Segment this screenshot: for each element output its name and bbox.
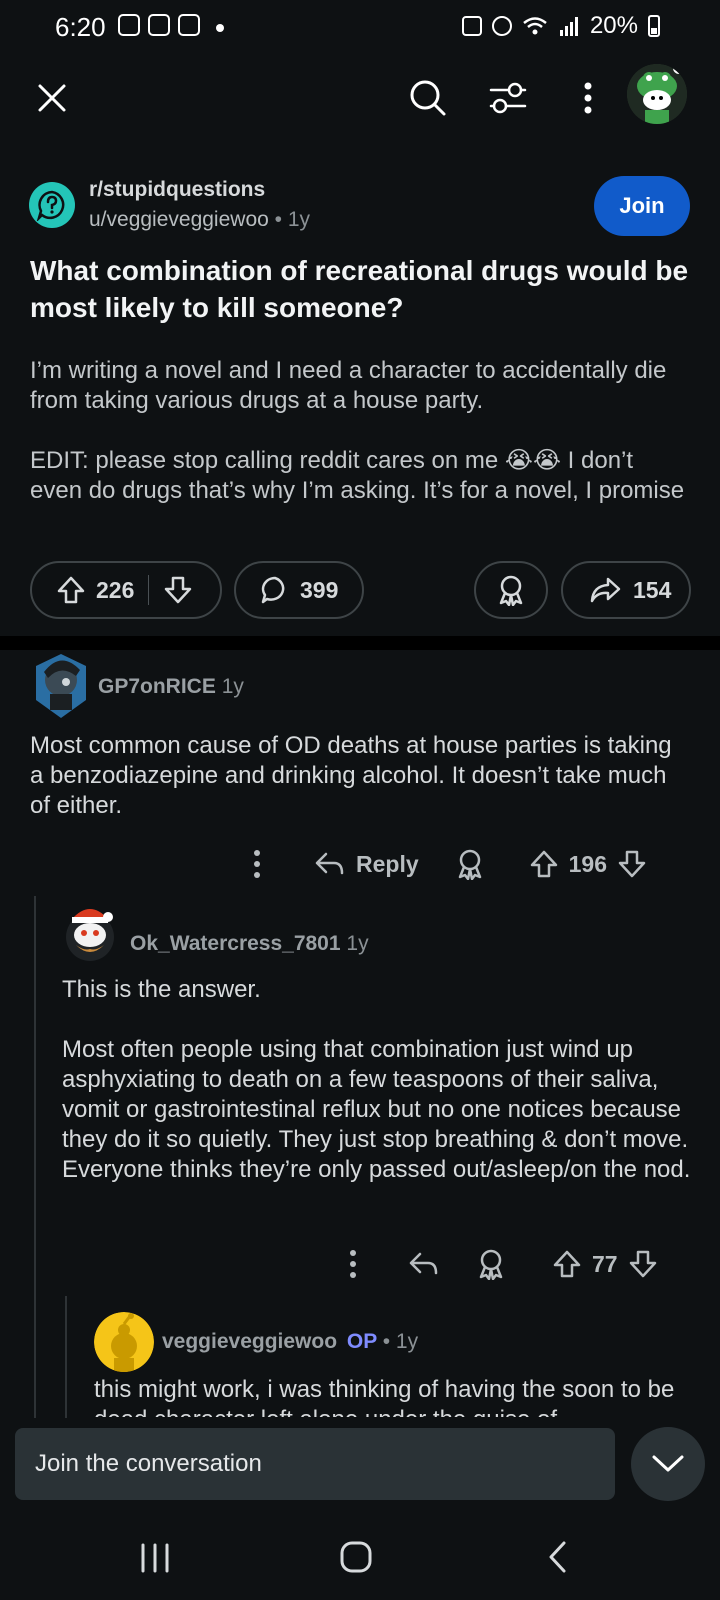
- award-button[interactable]: [474, 561, 548, 619]
- comment-author-line: Ok_Watercress_7801 1y: [130, 932, 369, 956]
- search-icon: [410, 80, 446, 116]
- reply-button[interactable]: Reply: [314, 851, 419, 878]
- comment-avatar[interactable]: [94, 1312, 154, 1372]
- join-button[interactable]: Join: [594, 176, 690, 236]
- award-icon[interactable]: [476, 1248, 506, 1280]
- post-title: What combination of recreational drugs w…: [30, 255, 689, 323]
- share-button[interactable]: 154: [561, 561, 691, 619]
- upvote-icon[interactable]: [529, 849, 559, 879]
- comment-actions: Reply 196: [252, 848, 647, 880]
- comment-icon: [261, 576, 285, 604]
- reply-label: Reply: [356, 850, 419, 877]
- home-icon[interactable]: [339, 1540, 373, 1574]
- close-button[interactable]: [24, 70, 80, 126]
- avatar: [66, 909, 114, 961]
- downvote-icon[interactable]: [617, 849, 647, 879]
- comment-paragraph: Most often people using that combination…: [62, 1036, 691, 1183]
- status-time: 6:20: [55, 12, 106, 42]
- close-icon: [38, 84, 66, 112]
- comment-body: this might work, i was thinking of havin…: [94, 1375, 694, 1417]
- post-body: I’m writing a novel and I need a charact…: [30, 356, 690, 536]
- join-conversation-input[interactable]: Join the conversation: [15, 1428, 615, 1500]
- award-icon: [499, 575, 523, 606]
- comment-score: 196: [568, 850, 608, 877]
- question-chat-icon: [36, 190, 65, 221]
- comments-button[interactable]: 399: [234, 561, 364, 619]
- status-right: 20%: [461, 12, 660, 40]
- more-vertical-icon[interactable]: [348, 1249, 358, 1279]
- battery-level: 20%: [589, 12, 638, 39]
- reply-icon: [315, 852, 344, 875]
- wifi-icon: [523, 17, 547, 35]
- comment-author[interactable]: Ok_Watercress_7801: [130, 932, 341, 955]
- chat-notification-icon: [178, 14, 200, 36]
- comment-paragraph: Most common cause of OD deaths at house …: [30, 732, 672, 819]
- share-icon: [590, 577, 621, 603]
- comment-actions: 77: [348, 1248, 658, 1280]
- search-button[interactable]: [400, 70, 456, 126]
- comment-paragraph: This is the answer.: [62, 976, 261, 1003]
- post-score: 226: [96, 576, 135, 603]
- comment-count: 399: [300, 576, 339, 603]
- comment-paragraph: this might work, i was thinking of havin…: [94, 1376, 675, 1417]
- more-vertical-icon[interactable]: [252, 849, 262, 879]
- post-age: 1y: [287, 208, 311, 231]
- chat-notification-icon: [118, 14, 140, 36]
- notification-icons: [118, 14, 200, 36]
- comment-score: 77: [592, 1250, 618, 1277]
- vote-divider: [148, 575, 150, 605]
- online-status-icon: [673, 64, 685, 74]
- comment-age: 1y: [221, 675, 244, 698]
- status-bar: 6:20 20%: [0, 0, 720, 56]
- op-badge: OP: [346, 1330, 377, 1353]
- alarm-icon: [491, 16, 512, 36]
- game-notification-icon: [148, 14, 170, 36]
- downvote-icon[interactable]: [628, 1249, 658, 1279]
- comment-author-line: veggieveggiewoo OP • 1y: [162, 1330, 419, 1353]
- upvote-icon[interactable]: [56, 575, 86, 605]
- subreddit-name[interactable]: r/stupidquestions: [89, 178, 265, 202]
- post-body-paragraph: I’m writing a novel and I need a charact…: [30, 357, 667, 414]
- comment-body: This is the answer. Most often people us…: [62, 975, 692, 1215]
- share-count: 154: [633, 576, 672, 603]
- upvote-icon[interactable]: [552, 1249, 582, 1279]
- sort-filter-icon: [489, 82, 527, 114]
- comment-author[interactable]: GP7onRICE: [98, 675, 216, 698]
- post-body-paragraph: EDIT: please stop calling reddit cares o…: [30, 447, 685, 504]
- comment-author-line: GP7onRICE 1y: [98, 675, 244, 699]
- more-notifications-dot-icon: [216, 24, 224, 32]
- comment-author[interactable]: veggieveggiewoo: [162, 1330, 337, 1353]
- reply-icon[interactable]: [408, 1251, 438, 1277]
- chevron-down-icon: [652, 1455, 684, 1472]
- signal-icon: [559, 17, 578, 36]
- post-author-line: u/veggieveggiewoo • 1y: [89, 208, 311, 231]
- back-icon[interactable]: [546, 1540, 570, 1574]
- comment-body: Most common cause of OD deaths at house …: [30, 731, 690, 851]
- user-avatar-button[interactable]: [627, 64, 687, 124]
- post-author[interactable]: u/veggieveggiewoo: [89, 208, 269, 231]
- collapse-button[interactable]: [631, 1427, 705, 1501]
- award-icon[interactable]: [455, 848, 485, 880]
- system-navigation-bar: [0, 1520, 720, 1600]
- section-divider: [0, 636, 720, 650]
- subreddit-icon[interactable]: [29, 182, 75, 228]
- avatar: [94, 1312, 154, 1372]
- downvote-icon[interactable]: [163, 575, 193, 605]
- vote-pill: 226: [30, 561, 222, 619]
- battery-icon: [648, 15, 660, 37]
- comment-avatar[interactable]: [62, 895, 118, 965]
- lock-icon: [461, 16, 482, 36]
- comment-avatar[interactable]: [30, 650, 92, 722]
- comment-age: 1y: [395, 1330, 419, 1353]
- thread-line[interactable]: [65, 1296, 67, 1418]
- more-options-button[interactable]: [560, 70, 616, 126]
- comment-age: 1y: [346, 932, 369, 955]
- recent-apps-icon[interactable]: [138, 1542, 172, 1574]
- sort-filter-button[interactable]: [480, 70, 536, 126]
- thread-line[interactable]: [34, 896, 36, 1418]
- more-vertical-icon: [584, 82, 592, 114]
- avatar: [36, 654, 86, 718]
